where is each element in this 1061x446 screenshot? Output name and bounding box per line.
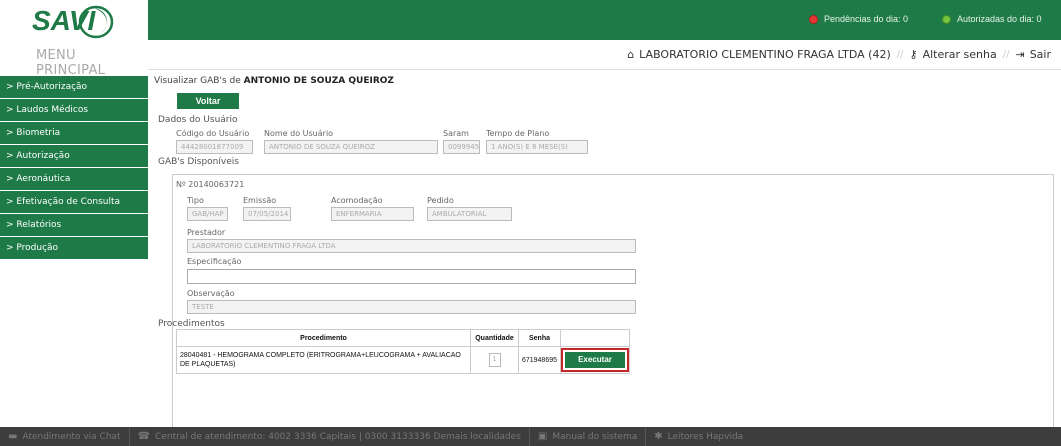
procedures-table: Procedimento Quantidade Senha 28040481 -… — [176, 329, 630, 374]
sidebar-item-biometria[interactable]: > Biometria — [0, 122, 148, 144]
table-row: 28040481 - HEMOGRAMA COMPLETO (ERITROGRA… — [176, 346, 630, 374]
manual-icon: ▣ — [537, 431, 548, 442]
sidebar-menu: > Pré-Autorização > Laudos Médicos > Bio… — [0, 76, 148, 260]
procedimentos-heading: Procedimentos — [158, 319, 225, 329]
saram-label: Saram — [443, 129, 469, 138]
prestador-field: LABORATORIO CLEMENTINO FRAGA LTDA — [187, 239, 636, 253]
prestador-label: Prestador — [187, 228, 226, 237]
sidebar-item-autorizacao[interactable]: > Autorização — [0, 145, 148, 167]
home-icon: ⌂ — [627, 48, 635, 61]
tipo-field: GAB/HAP — [187, 207, 228, 221]
column-header — [560, 329, 630, 347]
sidebar-item-laudos-medicos[interactable]: > Laudos Médicos — [0, 99, 148, 121]
divider: // — [1002, 49, 1010, 60]
manual-label: Manual do sistema — [552, 431, 638, 442]
chat-label: Atendimento via Chat — [22, 431, 121, 442]
observacao-field: TESTE — [187, 300, 636, 314]
voltar-button[interactable]: Voltar — [177, 93, 239, 109]
tipo-label: Tipo — [187, 196, 204, 205]
gabs-heading: GAB's Disponíveis — [158, 157, 239, 167]
nome-label: Nome do Usuário — [264, 129, 334, 138]
gab-number: Nº 20140063721 — [176, 180, 245, 189]
logo-area: SAVI MENU PRINCIPAL — [0, 0, 148, 78]
autorizadas-label: Autorizadas do dia: 0 — [957, 14, 1042, 24]
pedido-label: Pedido — [427, 196, 454, 205]
phone-icon: ☎ — [137, 431, 151, 442]
top-status-bar: Pendências do dia: 0 Autorizadas do dia:… — [148, 0, 1061, 40]
chat-icon: ▬ — [8, 431, 18, 442]
key-icon: ⚷ — [909, 48, 918, 61]
tempo-field: 1 ANO(S) E 8 MESE(S) — [486, 140, 588, 154]
nome-field: ANTONIO DE SOUZA QUEIROZ — [264, 140, 438, 154]
central-label: Central de atendimento: 4002 3336 Capita… — [155, 431, 521, 442]
acomodacao-field: ENFERMARIA — [331, 207, 414, 221]
user-bar: ⌂ LABORATORIO CLEMENTINO FRAGA LTDA (42)… — [148, 40, 1061, 70]
sidebar-item-pre-autorizacao[interactable]: > Pré-Autorização — [0, 76, 148, 98]
savi-logo: SAVI — [32, 5, 114, 39]
column-header: Senha — [518, 329, 561, 347]
chat-link[interactable]: ▬ Atendimento via Chat — [0, 427, 130, 446]
page-title: Visualizar GAB's de ANTONIO DE SOUZA QUE… — [154, 76, 394, 86]
tempo-label: Tempo de Plano — [486, 129, 550, 138]
reader-icon: ✱ — [654, 431, 663, 442]
emissao-field: 07/05/2014 — [243, 207, 291, 221]
codigo-field: 44428001877009 — [176, 140, 253, 154]
quantity-field: 1 — [488, 353, 501, 367]
sidebar-item-producao[interactable]: > Produção — [0, 237, 148, 259]
observacao-label: Observação — [187, 289, 235, 298]
leitores-label: Leitores Hapvida — [667, 431, 744, 442]
column-header: Procedimento — [176, 329, 471, 347]
leitores-link[interactable]: ✱ Leitores Hapvida — [646, 427, 751, 446]
codigo-label: Código do Usuário — [176, 129, 250, 138]
acomodacao-label: Acomodação — [331, 196, 383, 205]
manual-link[interactable]: ▣ Manual do sistema — [530, 427, 647, 446]
senha-value: 671948695 — [518, 346, 561, 374]
autorizadas-status[interactable]: Autorizadas do dia: 0 — [942, 14, 1042, 24]
sidebar-item-aeronautica[interactable]: > Aeronáutica — [0, 168, 148, 190]
ok-dot-icon — [942, 14, 951, 24]
sair-link[interactable]: Sair — [1030, 48, 1051, 61]
page-title-name: ANTONIO DE SOUZA QUEIROZ — [243, 76, 394, 86]
emissao-label: Emissão — [243, 196, 277, 205]
sidebar-item-efetivacao[interactable]: > Efetivação de Consulta — [0, 191, 148, 213]
alert-dot-icon — [809, 14, 818, 24]
especificacao-field[interactable] — [187, 269, 636, 284]
quantity-cell: 1 — [470, 346, 519, 374]
pedido-field: AMBULATORIAL — [427, 207, 512, 221]
table-header-row: Procedimento Quantidade Senha — [176, 329, 630, 347]
action-cell: Executar — [560, 346, 630, 374]
page-title-prefix: Visualizar GAB's de — [154, 76, 244, 86]
alterar-senha-link[interactable]: Alterar senha — [923, 48, 997, 61]
central-atendimento: ☎ Central de atendimento: 4002 3336 Capi… — [130, 427, 530, 446]
pendencias-label: Pendências do dia: 0 — [824, 14, 909, 24]
footer-bar: ▬ Atendimento via Chat ☎ Central de aten… — [0, 427, 1061, 446]
saram-field: 0099945 — [443, 140, 480, 154]
provider-name: LABORATORIO CLEMENTINO FRAGA LTDA (42) — [639, 48, 891, 61]
pendencias-status[interactable]: Pendências do dia: 0 — [809, 14, 908, 24]
divider: // — [896, 49, 904, 60]
column-header: Quantidade — [470, 329, 519, 347]
especificacao-label: Especificação — [187, 257, 242, 266]
dados-usuario-heading: Dados do Usuário — [158, 115, 238, 125]
logout-icon: ⇥ — [1015, 48, 1025, 61]
executar-button[interactable]: Executar — [561, 348, 629, 372]
menu-title: MENU PRINCIPAL — [36, 48, 106, 78]
sidebar-item-relatorios[interactable]: > Relatórios — [0, 214, 148, 236]
procedure-description: 28040481 - HEMOGRAMA COMPLETO (ERITROGRA… — [176, 346, 471, 374]
